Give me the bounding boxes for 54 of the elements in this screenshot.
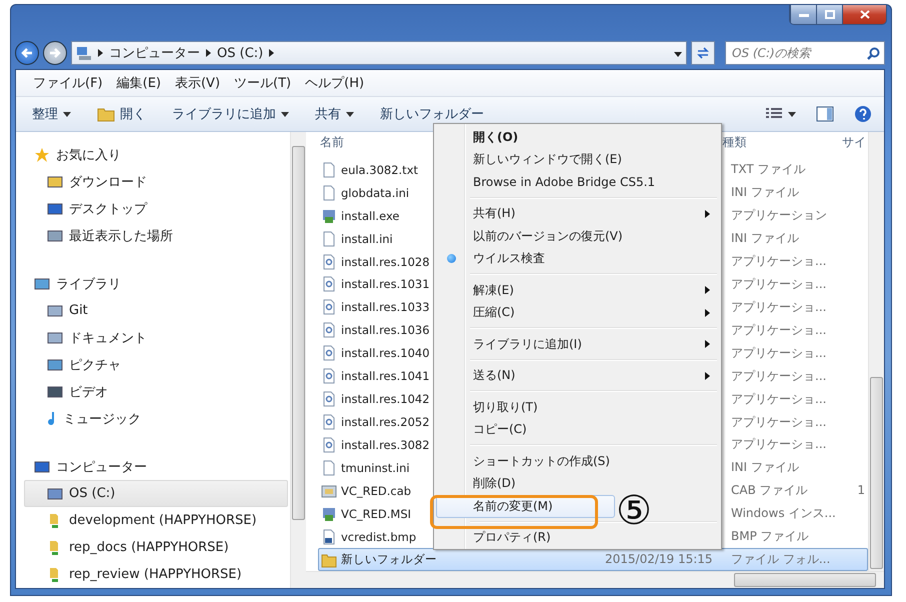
file-name: VC_RED.MSI xyxy=(341,506,412,521)
nav-section-label: お気に入り xyxy=(56,147,121,164)
nav-item-label: ドキュメント xyxy=(69,330,147,346)
file-name: eula.3082.txt xyxy=(341,162,418,177)
file-name: VC_RED.cab xyxy=(341,484,412,498)
nav-section-label: コンピューター xyxy=(56,459,147,476)
nav-item-label: Git xyxy=(69,303,88,318)
file-type: アプリケーショ... xyxy=(731,276,826,291)
file-type: BMP ファイル xyxy=(731,529,809,544)
step-number: ⑤ xyxy=(616,489,652,533)
file-type: Windows インス... xyxy=(731,506,836,520)
file-type: INI ファイル xyxy=(731,231,799,246)
file-name: vcredist.bmp xyxy=(341,530,416,544)
file-type: TXT ファイル xyxy=(731,162,806,176)
nav-item-label: ビデオ xyxy=(69,384,108,400)
file-type: アプリケーショ... xyxy=(731,300,826,314)
file-type: INI ファイル xyxy=(731,460,799,474)
nav-item-label: rep_docs (HAPPYHORSE) xyxy=(69,540,229,555)
nav-item-label: 最近表示した場所 xyxy=(69,228,173,244)
nav-item-label: OS (C:) xyxy=(69,486,116,501)
file-name: install.res.1041 xyxy=(341,369,430,384)
file-name: install.res.1042 xyxy=(341,392,430,406)
file-name: install.res.1028 xyxy=(341,254,430,269)
nav-item-label: ミュージック xyxy=(63,410,141,428)
nav-item-label: ピクチャ xyxy=(69,356,121,374)
nav-section-label: ライブラリ xyxy=(56,276,121,293)
nav-item-label: rep_review (HAPPYHORSE) xyxy=(69,567,242,582)
file-name: install.exe xyxy=(341,208,400,223)
file-name: tmuninst.ini xyxy=(341,460,410,475)
file-type: アプリケーショ... xyxy=(731,322,826,337)
file-type: アプリケーショ... xyxy=(731,254,826,268)
file-name: globdata.ini xyxy=(341,186,410,200)
file-type: アプリケーショ... xyxy=(731,346,826,360)
file-size: 1 xyxy=(857,483,865,498)
file-type: INI ファイル xyxy=(731,185,799,200)
file-date: 2015/02/19 15:15 xyxy=(605,552,713,566)
file-name: 新しいフォルダー xyxy=(341,552,437,568)
file-type: アプリケーショ... xyxy=(731,368,826,383)
file-name: install.res.2052 xyxy=(341,415,430,429)
file-name: install.res.1033 xyxy=(341,300,430,314)
file-name: install.res.1040 xyxy=(341,346,430,360)
file-type: アプリケーション xyxy=(731,208,827,222)
file-name: install.res.3082 xyxy=(341,438,430,452)
nav-item-label: development (HAPPYHORSE) xyxy=(69,513,257,528)
file-type: アプリケーショ... xyxy=(731,414,826,428)
file-name: install.res.1031 xyxy=(341,277,430,292)
file-type: ファイル フォル... xyxy=(731,552,830,566)
nav-item-label: デスクトップ xyxy=(69,200,147,218)
file-name: install.ini xyxy=(341,232,393,246)
file-type: アプリケーショ... xyxy=(731,392,826,406)
file-type: アプリケーショ... xyxy=(731,437,826,452)
nav-item-label: ダウンロード xyxy=(69,174,147,190)
file-name: install.res.1036 xyxy=(341,323,430,338)
file-type: CAB ファイル xyxy=(731,483,808,498)
